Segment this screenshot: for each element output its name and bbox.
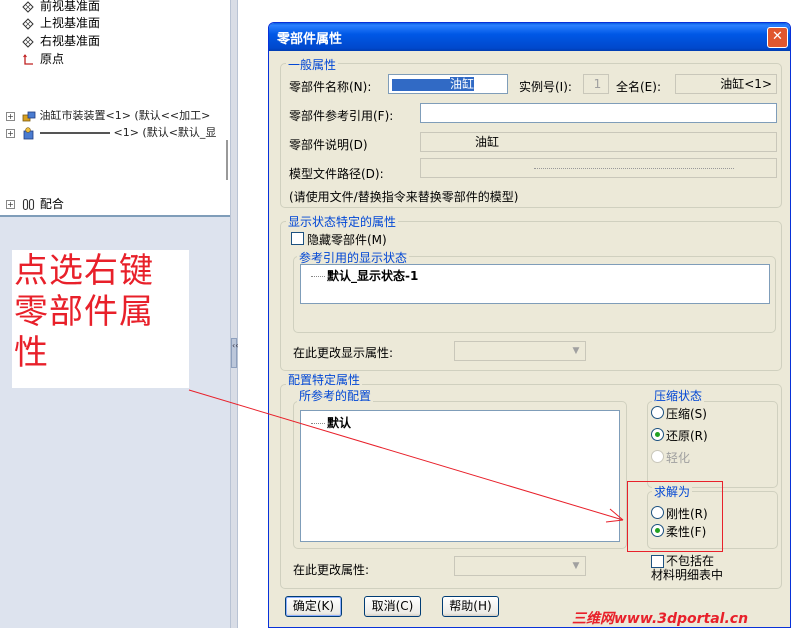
- component-name-label: 零部件名称(N):: [289, 80, 372, 94]
- instance-id-label: 实例号(I):: [519, 80, 572, 94]
- component-reference-input[interactable]: [420, 103, 777, 123]
- model-path-label: 模型文件路径(D):: [289, 167, 384, 181]
- component-properties-dialog: 零部件属性 ✕ 一般属性 零部件名称(N): 油缸 实例号(I): 1 全名(E…: [268, 22, 791, 628]
- component-reference-label: 零部件参考引用(F):: [289, 109, 394, 123]
- full-name-field: 油缸<1>: [675, 74, 777, 94]
- pane-splitter[interactable]: [230, 0, 238, 628]
- plane-icon: [22, 35, 34, 48]
- referenced-configs-list[interactable]: 默认: [300, 410, 620, 542]
- model-path-field: [420, 158, 777, 178]
- tree-item-right-plane[interactable]: 右视基准面: [22, 33, 100, 50]
- dialog-title-bar[interactable]: 零部件属性 ✕: [269, 23, 790, 51]
- component-description-field: 油缸: [420, 132, 777, 152]
- referenced-configs-legend: 所参考的配置: [297, 387, 374, 404]
- plane-icon: [22, 0, 34, 13]
- feature-tree: 前视基准面 上视基准面 右视基准面 原点 + 油缸市装装置<1> (默认<<加工…: [0, 0, 230, 215]
- instance-id-field: 1: [583, 74, 609, 94]
- lightweight-label: 轻化: [666, 451, 691, 465]
- change-config-props-label: 在此更改属性:: [293, 563, 370, 577]
- resolved-radio[interactable]: [651, 428, 664, 441]
- suppression-state-legend: 压缩状态: [652, 387, 705, 404]
- expand-icon[interactable]: +: [6, 111, 15, 121]
- assembly-icon: [22, 111, 35, 121]
- display-state-legend: 显示状态特定的属性: [286, 213, 399, 230]
- mates-icon: [22, 198, 34, 211]
- close-icon: ✕: [772, 29, 783, 44]
- dialog-title: 零部件属性: [277, 32, 343, 47]
- tree-item-mates[interactable]: + 配合: [6, 196, 64, 213]
- expand-icon[interactable]: +: [6, 200, 15, 209]
- annotation-text: 点选右键零部件属性: [14, 251, 154, 373]
- ok-button[interactable]: 确定(K): [285, 596, 342, 617]
- display-props-select: ▼: [454, 341, 586, 361]
- watermark: 三维网www.3dportal.cn: [572, 611, 749, 627]
- suppressed-radio[interactable]: [651, 406, 664, 419]
- highlight-box: [627, 481, 723, 552]
- general-properties-legend: 一般属性: [286, 56, 339, 73]
- list-item[interactable]: 默认_显示状态-1: [311, 267, 418, 284]
- full-name-label: 全名(E):: [616, 80, 661, 94]
- hide-component-label[interactable]: 隐藏零部件(M): [307, 231, 387, 248]
- collapse-pane-icon[interactable]: ‹‹: [231, 338, 238, 368]
- chevron-down-icon: ▼: [568, 343, 584, 359]
- exclude-bom-label-line2[interactable]: 材料明细表中: [651, 566, 723, 583]
- tree-item-origin[interactable]: 原点: [22, 51, 64, 68]
- chevron-down-icon: ▼: [568, 558, 584, 574]
- origin-icon: [23, 53, 33, 65]
- replace-note: (请使用文件/替换指令来替换零部件的模型): [289, 190, 519, 204]
- part-icon: [23, 126, 33, 139]
- display-states-list[interactable]: 默认_显示状态-1: [300, 264, 770, 304]
- help-button[interactable]: 帮助(H): [442, 596, 499, 617]
- tree-item-selected-component[interactable]: + <1> (默认<默认_显: [6, 124, 216, 141]
- plane-icon: [22, 17, 34, 30]
- lightweight-radio: [651, 450, 664, 463]
- hide-component-checkbox[interactable]: [291, 232, 304, 245]
- cancel-button[interactable]: 取消(C): [364, 596, 421, 617]
- list-item[interactable]: 默认: [311, 414, 351, 431]
- suppressed-label[interactable]: 压缩(S): [666, 405, 707, 422]
- change-display-props-label: 在此更改显示属性:: [293, 346, 394, 360]
- component-name-input[interactable]: 油缸: [388, 74, 508, 94]
- tree-item-top-plane[interactable]: 上视基准面: [22, 15, 100, 32]
- component-description-label: 零部件说明(D): [289, 138, 368, 152]
- resolved-label[interactable]: 还原(R): [666, 427, 708, 444]
- config-props-select: ▼: [454, 556, 586, 576]
- close-button[interactable]: ✕: [767, 27, 788, 48]
- tree-item-front-plane[interactable]: 前视基准面: [22, 0, 100, 15]
- expand-icon[interactable]: +: [6, 128, 15, 138]
- config-properties-legend: 配置特定属性: [286, 371, 363, 388]
